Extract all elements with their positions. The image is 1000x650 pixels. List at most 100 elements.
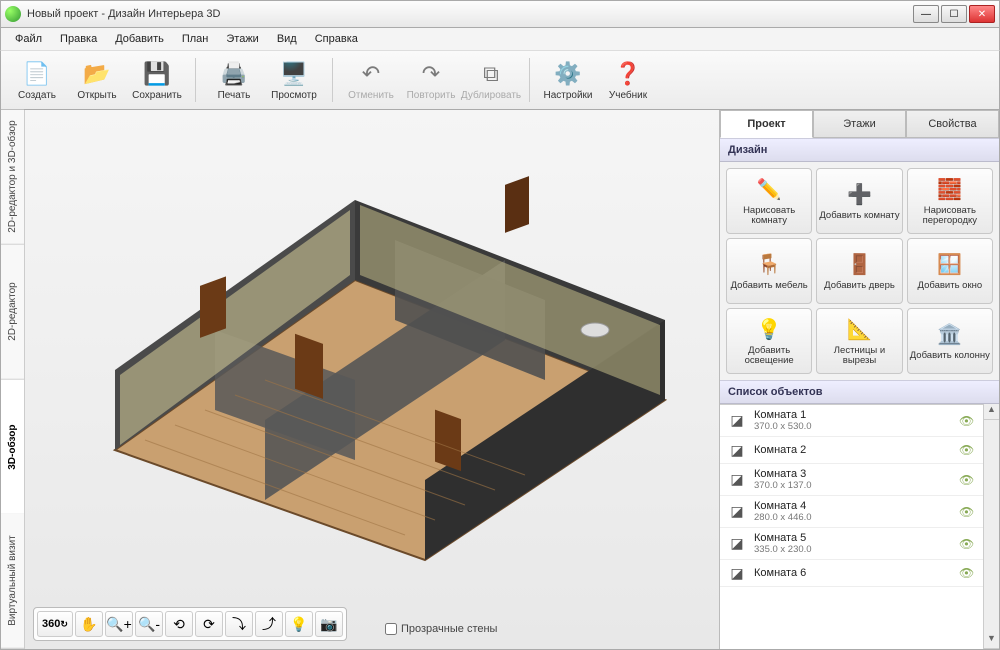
close-button[interactable]: ✕ — [969, 5, 995, 23]
object-list[interactable]: ◪Комната 1370.0 x 530.0👁◪Комната 2👁◪Комн… — [720, 404, 983, 649]
maximize-button[interactable]: ☐ — [941, 5, 967, 23]
design-button-5[interactable]: 🪟 Добавить окно — [907, 238, 993, 304]
tab-2d-editor[interactable]: 2D-редактор — [1, 245, 24, 380]
tab-properties[interactable]: Свойства — [906, 110, 999, 138]
design-label: Добавить комнату — [819, 211, 899, 221]
menu-file[interactable]: Файл — [7, 31, 50, 47]
design-label: Нарисовать комнату — [729, 206, 809, 227]
print-button[interactable]: 🖨️Печать — [206, 53, 262, 107]
room-icon: ◪ — [726, 441, 748, 459]
design-button-2[interactable]: 🧱Нарисовать перегородку — [907, 168, 993, 234]
design-label: Добавить окно — [918, 281, 983, 291]
undo-button[interactable]: ↶Отменить — [343, 53, 399, 107]
design-button-8[interactable]: 🏛️Добавить колонну — [907, 308, 993, 374]
toolbar: 📄Создать 📂Открыть 💾Сохранить 🖨️Печать 🖥️… — [0, 50, 1000, 110]
object-name: Комната 5 — [754, 532, 953, 544]
minimize-button[interactable]: — — [913, 5, 939, 23]
object-name: Комната 3 — [754, 468, 953, 480]
menu-edit[interactable]: Правка — [52, 31, 105, 47]
transparent-walls-label: Прозрачные стены — [401, 623, 497, 635]
duplicate-icon: ⧉ — [477, 60, 505, 88]
object-row[interactable]: ◪Комната 3370.0 x 137.0👁 — [720, 464, 983, 496]
object-name: Комната 6 — [754, 567, 953, 579]
visibility-icon[interactable]: 👁 — [959, 473, 977, 487]
right-panel: Проект Этажи Свойства Дизайн ✏️Нарисоват… — [719, 110, 999, 649]
object-name: Комната 1 — [754, 409, 953, 421]
object-row[interactable]: ◪ Комната 2 👁 — [720, 437, 983, 464]
viewport-toolbar: 360↻ ✋ 🔍+ 🔍- ⟲ ⟳ ⤵ ⤴ 💡 📷 — [33, 607, 347, 641]
visibility-icon[interactable]: 👁 — [959, 566, 977, 580]
objects-section-header: Список объектов — [720, 380, 999, 404]
tilt-down-button[interactable]: ⤵ — [225, 611, 253, 637]
duplicate-button[interactable]: ⧉Дублировать — [463, 53, 519, 107]
design-button-4[interactable]: 🚪Добавить дверь — [816, 238, 902, 304]
tab-virtual-visit[interactable]: Виртуальный визит — [1, 514, 24, 649]
object-row[interactable]: ◪Комната 5335.0 x 230.0👁 — [720, 528, 983, 560]
main-area: 2D-редактор и 3D-обзор 2D-редактор 3D-об… — [0, 110, 1000, 650]
rotate-left-button[interactable]: ⟲ — [165, 611, 193, 637]
open-button[interactable]: 📂Открыть — [69, 53, 125, 107]
tutorial-button[interactable]: ❓Учебник — [600, 53, 656, 107]
menubar: Файл Правка Добавить План Этажи Вид Спра… — [0, 28, 1000, 50]
design-label: Нарисовать перегородку — [910, 206, 990, 227]
design-icon: 🧱 — [936, 176, 964, 204]
tab-2d3d-combo[interactable]: 2D-редактор и 3D-обзор — [1, 110, 24, 245]
redo-button[interactable]: ↷Повторить — [403, 53, 459, 107]
light-toggle-button[interactable]: 💡 — [285, 611, 313, 637]
design-button-1[interactable]: ➕ Добавить комнату — [816, 168, 902, 234]
visibility-icon[interactable]: 👁 — [959, 414, 977, 428]
tab-floors[interactable]: Этажи — [813, 110, 906, 138]
menu-add[interactable]: Добавить — [107, 31, 172, 47]
tilt-up-button[interactable]: ⤴ — [255, 611, 283, 637]
design-icon: 💡 — [755, 316, 783, 344]
design-label: Лестницы и вырезы — [819, 346, 899, 367]
room-icon: ◪ — [726, 564, 748, 582]
visibility-icon[interactable]: 👁 — [959, 505, 977, 519]
design-button-0[interactable]: ✏️Нарисовать комнату — [726, 168, 812, 234]
design-grid: ✏️Нарисовать комнату➕Добавить комнату🧱На… — [720, 162, 999, 380]
tab-project[interactable]: Проект — [720, 110, 813, 138]
visibility-icon[interactable]: 👁 — [959, 443, 977, 457]
design-label: Добавить колонну — [910, 351, 990, 361]
scroll-up-button[interactable]: ▲ — [984, 404, 999, 420]
room-icon: ◪ — [726, 503, 748, 521]
rotate-360-button[interactable]: 360↻ — [37, 611, 73, 637]
design-button-7[interactable]: 📐Лестницы и вырезы — [816, 308, 902, 374]
settings-button[interactable]: ⚙️Настройки — [540, 53, 596, 107]
gear-icon: ⚙️ — [554, 60, 582, 88]
transparent-walls-checkbox[interactable]: Прозрачные стены — [385, 623, 497, 635]
scroll-down-button[interactable]: ▼ — [984, 633, 999, 649]
object-name: Комната 2 — [754, 444, 953, 456]
transparent-walls-input[interactable] — [385, 623, 397, 635]
preview-button[interactable]: 🖥️Просмотр — [266, 53, 322, 107]
room-icon: ◪ — [726, 412, 748, 430]
camera-button[interactable]: 📷 — [315, 611, 343, 637]
menu-view[interactable]: Вид — [269, 31, 305, 47]
menu-help[interactable]: Справка — [307, 31, 366, 47]
tab-3d-view[interactable]: 3D-обзор — [1, 380, 24, 515]
pan-button[interactable]: ✋ — [75, 611, 103, 637]
design-icon: ✏️ — [755, 176, 783, 204]
save-button[interactable]: 💾Сохранить — [129, 53, 185, 107]
design-button-3[interactable]: 🪑Добавить мебель — [726, 238, 812, 304]
object-row[interactable]: ◪ Комната 6 👁 — [720, 560, 983, 587]
visibility-icon[interactable]: 👁 — [959, 537, 977, 551]
menu-floors[interactable]: Этажи — [218, 31, 266, 47]
menu-plan[interactable]: План — [174, 31, 217, 47]
design-icon: 🪑 — [755, 251, 783, 279]
help-icon: ❓ — [614, 60, 642, 88]
design-icon: 🪟 — [936, 251, 964, 279]
zoom-in-button[interactable]: 🔍+ — [105, 611, 133, 637]
list-scrollbar[interactable]: ▲ ▼ — [983, 404, 999, 649]
room-icon: ◪ — [726, 471, 748, 489]
zoom-out-button[interactable]: 🔍- — [135, 611, 163, 637]
object-row[interactable]: ◪Комната 1370.0 x 530.0👁 — [720, 405, 983, 437]
design-button-6[interactable]: 💡Добавить освещение — [726, 308, 812, 374]
design-icon: ➕ — [845, 181, 873, 209]
object-row[interactable]: ◪Комната 4280.0 x 446.0👁 — [720, 496, 983, 528]
create-button[interactable]: 📄Создать — [9, 53, 65, 107]
viewport-3d[interactable]: 360↻ ✋ 🔍+ 🔍- ⟲ ⟳ ⤵ ⤴ 💡 📷 Прозрачные стен… — [25, 110, 719, 649]
design-label: Добавить дверь — [824, 281, 895, 291]
rotate-right-button[interactable]: ⟳ — [195, 611, 223, 637]
object-dimensions: 280.0 x 446.0 — [754, 512, 953, 523]
